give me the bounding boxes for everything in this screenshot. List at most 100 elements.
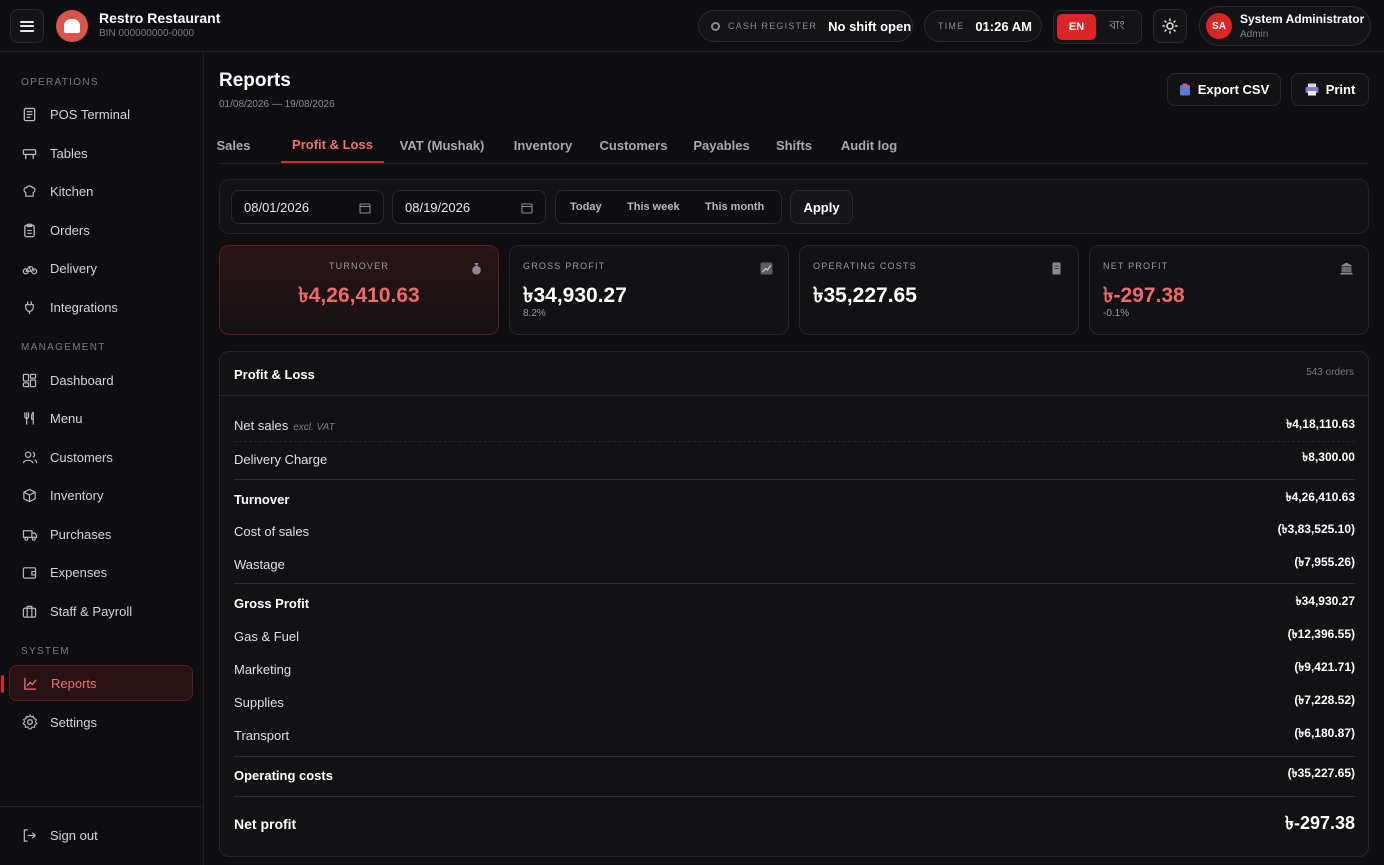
sidebar-item-delivery[interactable]: Delivery [9,250,193,286]
sidebar-item-label: Menu [50,410,83,426]
kpi-margin: 8.2% [523,308,546,319]
calendar-icon[interactable] [521,202,533,217]
row-amount: (৳7,955.26) [1294,555,1355,569]
pl-row-marketing: Marketing (৳9,421.71) [234,653,1355,685]
user-menu[interactable]: SA System Administrator Admin [1199,6,1371,46]
sidebar-item-label: Expenses [50,564,108,580]
sidebar-item-label: Orders [50,222,90,238]
tab-vat-mushak[interactable]: VAT (Mushak) [399,128,485,163]
sidebar-item-staff-payroll[interactable]: Staff & Payroll [9,593,193,629]
row-amount: ৳8,300.00 [1302,450,1355,464]
row-label: Delivery Charge [234,451,328,467]
row-amount: ৳-297.38 [1284,812,1355,833]
dashboard-icon [21,372,38,389]
print-label: Print [1325,82,1356,97]
today-button[interactable]: Today [570,191,602,223]
pl-row-net-profit: Net profit ৳-297.38 [234,808,1355,840]
time-display: TIME 01:26 AM [924,10,1042,42]
time-label: TIME [938,21,965,31]
sidebar-item-label: Inventory [50,487,104,503]
sidebar-item-menu[interactable]: Menu [9,400,193,436]
status-dot-icon [711,21,720,31]
sidebar-item-label: Integrations [50,299,118,315]
menu-toggle-button[interactable] [10,9,44,43]
tab-payables[interactable]: Payables [693,128,749,163]
print-button[interactable]: Print [1291,73,1369,106]
row-amount: (৳3,83,525.10) [1277,522,1355,536]
sidebar-item-purchases[interactable]: Purchases [9,516,193,552]
date-filter-bar: 08/01/2026 08/19/2026 Today This week Th… [219,179,1369,234]
sidebar-item-pos-terminal[interactable]: POS Terminal [9,96,193,132]
sidebar-item-settings[interactable]: Settings [9,704,193,740]
theme-toggle-button[interactable] [1153,9,1187,43]
row-amount: (৳35,227.65) [1287,766,1355,780]
row-note: excl. VAT [293,422,335,433]
sidebar-item-label: Reports [51,675,97,691]
bike-icon [21,260,38,277]
clipboard-icon [1179,83,1191,96]
kpi-operating-costs: OPERATING COSTS ৳35,227.65 [799,245,1079,335]
wallet-icon [21,564,38,581]
kpi-margin: -0.1% [1103,308,1130,319]
kpi-gross-profit: GROSS PROFIT ৳34,930.27 8.2% [509,245,789,335]
top-bar: Restro Restaurant BIN 000000000-0000 CAS… [0,0,1384,52]
box-icon [21,487,38,504]
kpi-label: GROSS PROFIT [523,261,606,271]
sidebar-item-label: Staff & Payroll [50,603,133,619]
tab-inventory[interactable]: Inventory [513,128,573,163]
row-amount: ৳4,18,110.63 [1286,416,1355,431]
sidebar-item-customers[interactable]: Customers [9,439,193,475]
kpi-label: TURNOVER [328,261,390,271]
sidebar-item-label: POS Terminal [50,106,130,122]
this-month-button[interactable]: This month [705,191,764,223]
lang-bn-button[interactable]: বাং [1096,14,1138,40]
brand-name: Restro Restaurant [99,10,221,26]
pl-row-delivery-charge: Delivery Charge ৳8,300.00 [234,443,1355,475]
sidebar-item-label: Purchases [50,526,112,542]
cash-register-value: No shift open [828,18,912,34]
card-title: Profit & Loss [234,367,315,382]
row-label: Operating costs [234,767,333,783]
calendar-icon[interactable] [359,202,371,217]
user-role: Admin [1240,29,1269,40]
sidebar-item-integrations[interactable]: Integrations [9,289,193,325]
hamburger-icon [20,20,34,32]
printer-icon [1305,83,1319,96]
date-from-value: 08/01/2026 [244,199,310,215]
this-week-button[interactable]: This week [627,191,680,223]
apply-button[interactable]: Apply [790,190,853,224]
tab-customers[interactable]: Customers [600,128,668,163]
sidebar-item-inventory[interactable]: Inventory [9,477,193,513]
row-label: Supplies [234,694,284,710]
row-label: Wastage [234,556,285,572]
sidebar-item-expenses[interactable]: Expenses [9,554,193,590]
divider [234,796,1355,797]
sign-out-button[interactable]: Sign out [9,817,193,853]
sidebar-item-dashboard[interactable]: Dashboard [9,362,193,398]
tab-sales[interactable]: Sales [217,128,251,163]
date-to-input[interactable]: 08/19/2026 [392,190,546,224]
divider [234,479,1355,480]
pl-row-gross-profit: Gross Profit ৳34,930.27 [234,587,1355,619]
sun-icon [1162,18,1178,34]
divider [234,583,1355,584]
export-csv-button[interactable]: Export CSV [1167,73,1281,106]
lang-en-button[interactable]: EN [1057,14,1096,40]
cash-register-status[interactable]: CASH REGISTER No shift open [698,10,913,42]
tab-profit-loss[interactable]: Profit & Loss [281,128,384,163]
brand-bin: BIN 000000000-0000 [99,28,195,39]
sidebar-item-reports[interactable]: Reports [1,665,193,701]
kpi-turnover: TURNOVER ৳4,26,410.63 [219,245,499,335]
language-switch: EN বাং [1053,10,1142,44]
sidebar-item-label: Kitchen [50,183,94,199]
kpi-value: ৳35,227.65 [813,284,917,307]
row-amount: ৳4,26,410.63 [1285,490,1355,504]
tab-audit-log[interactable]: Audit log [840,128,898,163]
sidebar-item-orders[interactable]: Orders [9,212,193,248]
tab-shifts[interactable]: Shifts [776,128,812,163]
sidebar-item-label: Tables [50,145,88,161]
sidebar-item-kitchen[interactable]: Kitchen [9,173,193,209]
date-from-input[interactable]: 08/01/2026 [231,190,384,224]
row-amount: (৳9,421.71) [1294,660,1355,674]
sidebar-item-tables[interactable]: Tables [9,135,193,171]
